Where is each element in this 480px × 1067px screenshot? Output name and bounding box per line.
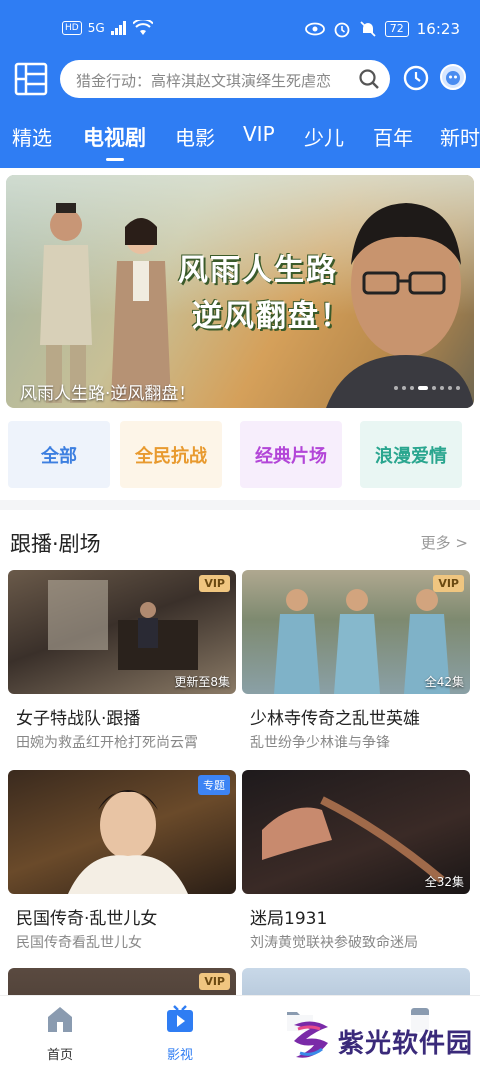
status-right: 72 16:23 <box>304 20 460 38</box>
drama-thumbnail: 专题 <box>8 770 236 894</box>
banner-actor-male <box>40 203 92 403</box>
banner-caption: 风雨人生路·逆风翻盘！ <box>20 384 196 404</box>
banner-actress <box>111 218 171 401</box>
drama-title: 女子特战队·跟播 <box>16 709 141 729</box>
drama-subtitle: 民国传奇看乱世儿女 <box>16 935 142 951</box>
drama-card[interactable]: VIP <box>8 968 236 995</box>
more-link[interactable]: 更多 > <box>421 532 468 553</box>
drama-thumbnail: VIP <box>8 968 236 995</box>
signal-label: 5G <box>87 21 105 35</box>
carousel-dot <box>402 386 406 390</box>
drama-thumbnail: VIP 更新至8集 <box>8 570 236 694</box>
category-resistance-war[interactable]: 全民抗战 <box>120 421 222 488</box>
drama-card[interactable]: 专题 民国传奇·乱世儿女 民国传奇看乱世儿女 <box>8 770 236 960</box>
drama-subtitle: 乱世纷争少林谁与争锋 <box>250 735 390 751</box>
banner-headline-2: 逆风翻盘！ <box>192 299 352 334</box>
episode-count: 全32集 <box>424 875 464 889</box>
watermark-text: 紫光软件园 <box>338 1029 474 1059</box>
active-tab-indicator <box>106 158 124 161</box>
category-classic-scenes-label: 经典片场 <box>255 445 327 467</box>
tab-tv-series[interactable]: 电视剧 <box>83 122 146 152</box>
avatar-mascot-icon <box>446 71 460 85</box>
search-placeholder: 猎金行动：高梓淇赵文琪演绎生死虐恋 <box>76 72 332 90</box>
drama-card[interactable]: VIP 全42集 少林寺传奇之乱世英雄 乱世纷争少林谁与争锋 <box>242 570 470 760</box>
nav-video[interactable]: 影视 <box>150 1004 210 1063</box>
category-romance[interactable]: 浪漫爱情 <box>360 421 462 488</box>
signal-bars-icon <box>110 21 126 35</box>
drama-card[interactable]: 全32集 迷局1931 刘涛黄觉联袂参破致命迷局 <box>242 770 470 960</box>
clock: 16:23 <box>416 20 460 38</box>
category-classic-scenes[interactable]: 经典片场 <box>240 421 342 488</box>
drama-card[interactable]: VIP 更新至8集 女子特战队·跟播 田婉为救孟红开枪打死尚云霄 <box>8 570 236 760</box>
drama-thumbnail: VIP 全42集 <box>242 570 470 694</box>
drama-thumbnail: 全32集 <box>242 770 470 894</box>
status-left: HD 5G <box>62 20 153 36</box>
mute-icon <box>360 21 376 37</box>
vip-badge: VIP <box>199 973 230 990</box>
hd-indicator: HD <box>62 21 82 35</box>
home-icon <box>48 1007 72 1032</box>
search-input[interactable]: 猎金行动：高梓淇赵文琪演绎生死虐恋 <box>60 60 390 98</box>
section-title: 跟播·剧场 <box>10 532 101 556</box>
topic-badge: 专题 <box>198 775 230 795</box>
carousel-dot-active <box>418 386 428 390</box>
section-divider <box>0 500 480 510</box>
carousel-dot <box>394 386 398 390</box>
tab-featured[interactable]: 精选 <box>12 122 52 151</box>
search-row: 猎金行动：高梓淇赵文琪演绎生死虐恋 <box>0 56 480 106</box>
tab-kids[interactable]: 少儿 <box>304 122 344 151</box>
vip-badge: VIP <box>433 575 464 592</box>
eye-icon <box>304 22 325 36</box>
category-resistance-war-label: 全民抗战 <box>135 445 207 467</box>
tab-new-era[interactable]: 新时 <box>440 122 480 151</box>
category-grid-icon[interactable] <box>14 62 48 96</box>
episode-count: 全42集 <box>424 675 464 689</box>
drama-subtitle: 田婉为救孟红开枪打死尚云霄 <box>16 735 198 751</box>
wifi-icon <box>132 20 153 35</box>
tab-vip[interactable]: VIP <box>243 122 275 146</box>
drama-subtitle: 刘涛黄觉联袂参破致命迷局 <box>250 935 418 951</box>
battery-indicator: 72 <box>384 21 409 37</box>
tv-icon <box>167 1005 193 1032</box>
channel-tabs: 精选 电视剧 电影 VIP 少儿 百年 新时 <box>0 122 480 162</box>
carousel-dot <box>456 386 460 390</box>
banner-headline-1: 风雨人生路 <box>178 253 338 288</box>
drama-title: 少林寺传奇之乱世英雄 <box>250 709 420 729</box>
carousel-dot <box>410 386 414 390</box>
alarm-icon <box>334 22 350 38</box>
user-avatar[interactable] <box>440 64 466 90</box>
watermark-logo <box>294 1021 328 1058</box>
carousel-indicator <box>394 386 460 390</box>
nav-home[interactable]: 首页 <box>30 1004 90 1063</box>
drama-title: 民国传奇·乱世儿女 <box>16 909 158 929</box>
carousel-dot <box>440 386 444 390</box>
drama-thumbnail <box>242 968 470 995</box>
drama-card[interactable] <box>242 968 470 995</box>
search-icon[interactable] <box>358 68 380 90</box>
carousel-dot <box>448 386 452 390</box>
category-all[interactable]: 全部 <box>8 421 110 488</box>
carousel-dot <box>432 386 436 390</box>
category-romance-label: 浪漫爱情 <box>375 445 447 467</box>
category-all-label: 全部 <box>41 445 77 467</box>
status-bar: HD 5G 72 16:23 <box>0 0 480 56</box>
watermark: 紫光软件园 <box>286 1015 480 1067</box>
episode-count: 更新至8集 <box>174 675 230 689</box>
nav-video-label: 影视 <box>166 1048 193 1063</box>
header-bar: HD 5G 72 16:23 猎金行动：高梓淇赵文琪演绎生死虐恋 精选 电视剧 … <box>0 0 480 168</box>
tab-movies[interactable]: 电影 <box>175 122 215 151</box>
vip-badge: VIP <box>199 575 230 592</box>
drama-title: 迷局1931 <box>250 909 328 929</box>
hero-banner[interactable]: 风雨人生路 逆风翻盘！ 风雨人生路·逆风翻盘！ <box>6 175 474 408</box>
nav-home-label: 首页 <box>46 1048 73 1063</box>
history-clock-icon[interactable] <box>402 64 430 92</box>
tab-centennial[interactable]: 百年 <box>373 122 413 151</box>
